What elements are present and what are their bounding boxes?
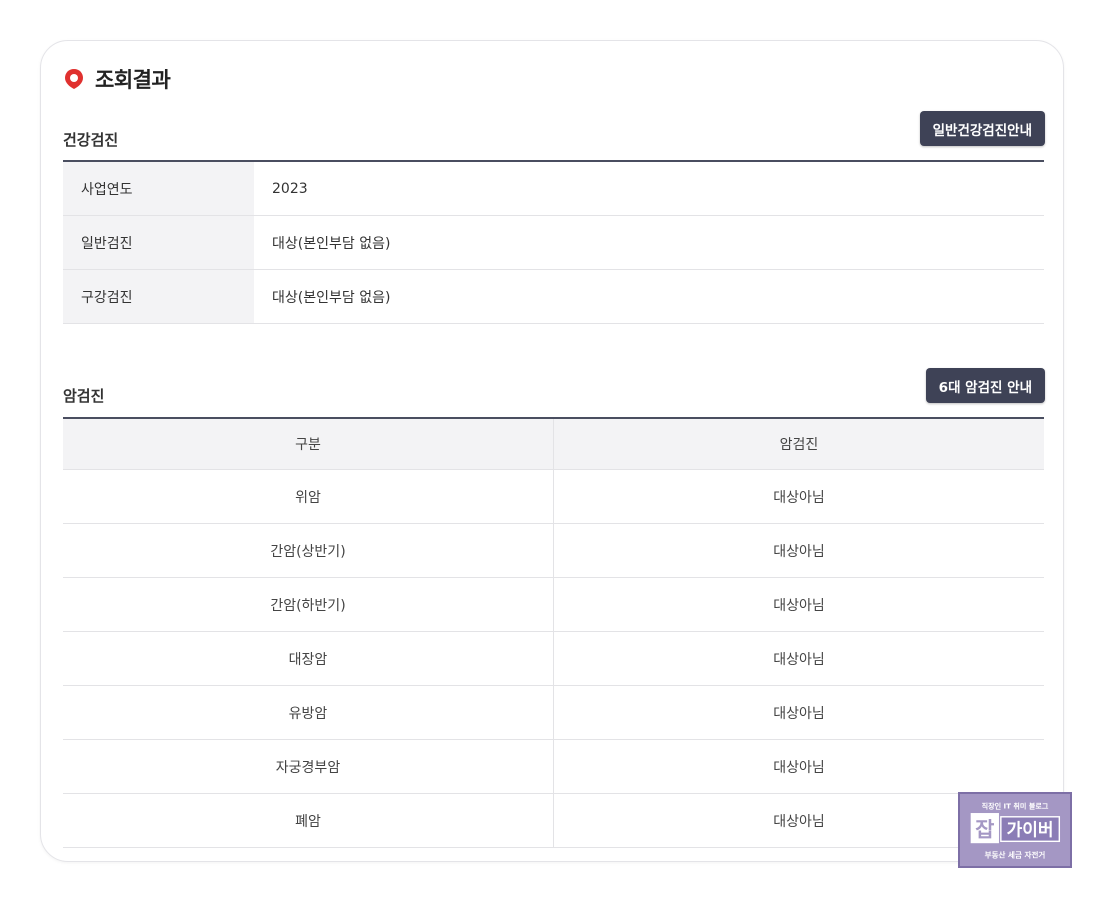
cancer-status: 대상아님 [773, 705, 825, 722]
row-value: 대상(본인부담 없음) [272, 289, 391, 306]
cancer-type: 대장암 [63, 632, 554, 685]
result-card: 조회결과 건강검진 일반건강검진안내 사업연도 2023 일반검진 대상(본인부… [40, 40, 1064, 862]
table-header-row: 구분 암검진 [63, 419, 1044, 470]
section-title: 조회결과 [95, 68, 171, 92]
cancer-status: 대상아님 [773, 597, 825, 614]
watermark-bottom-text: 부동산 세금 자전거 [985, 849, 1046, 859]
row-label: 구강검진 [63, 270, 254, 323]
cancer-type: 유방암 [63, 686, 554, 739]
row-value: 2023 [272, 180, 308, 197]
row-label: 일반검진 [63, 216, 254, 269]
section-header: 조회결과 [63, 64, 171, 94]
table-row: 사업연도 2023 [63, 162, 1044, 216]
column-header-status: 암검진 [779, 437, 819, 453]
general-checkup-guide-button[interactable]: 일반건강검진안내 [919, 111, 1045, 146]
table-row: 폐암 대상아님 [63, 794, 1044, 848]
watermark-logo-graphic: 직장인 IT 취미 블로그 잡 가이버 부동산 세금 자전거 [970, 801, 1061, 859]
cancer-type: 간암(하반기) [63, 578, 554, 631]
cancer-type: 자궁경부암 [63, 740, 554, 793]
health-title: 건강검진 [63, 131, 119, 149]
cancer-guide-button[interactable]: 6대 암검진 안내 [925, 368, 1045, 403]
table-row: 대장암 대상아님 [63, 632, 1044, 686]
table-row: 자궁경부암 대상아님 [63, 740, 1044, 794]
location-pin-icon [63, 68, 85, 90]
table-row: 구강검진 대상(본인부담 없음) [63, 270, 1044, 324]
row-label: 사업연도 [63, 162, 254, 215]
cancer-title: 암검진 [63, 387, 105, 405]
table-row: 위암 대상아님 [63, 470, 1044, 524]
watermark-logo: 직장인 IT 취미 블로그 잡 가이버 부동산 세금 자전거 [958, 792, 1072, 868]
watermark-main-left: 잡 [975, 818, 994, 842]
table-row: 유방암 대상아님 [63, 686, 1044, 740]
cancer-type: 간암(상반기) [63, 524, 554, 577]
watermark-main-right: 가이버 [1007, 821, 1054, 841]
health-table: 사업연도 2023 일반검진 대상(본인부담 없음) 구강검진 대상(본인부담 … [63, 160, 1044, 324]
table-row: 간암(하반기) 대상아님 [63, 578, 1044, 632]
cancer-type: 위암 [63, 470, 554, 523]
cancer-status: 대상아님 [773, 489, 825, 506]
cancer-type: 폐암 [63, 794, 554, 847]
column-header-type: 구분 [63, 419, 554, 469]
cancer-status: 대상아님 [773, 651, 825, 668]
table-row: 간암(상반기) 대상아님 [63, 524, 1044, 578]
table-row: 일반검진 대상(본인부담 없음) [63, 216, 1044, 270]
cancer-status: 대상아님 [773, 759, 825, 776]
cancer-table: 구분 암검진 위암 대상아님 간암(상반기) 대상아님 간암(하반기) 대상아님… [63, 417, 1044, 848]
row-value: 대상(본인부담 없음) [272, 235, 391, 252]
cancer-status: 대상아님 [773, 543, 825, 560]
watermark-top-text: 직장인 IT 취미 블로그 [982, 801, 1049, 810]
